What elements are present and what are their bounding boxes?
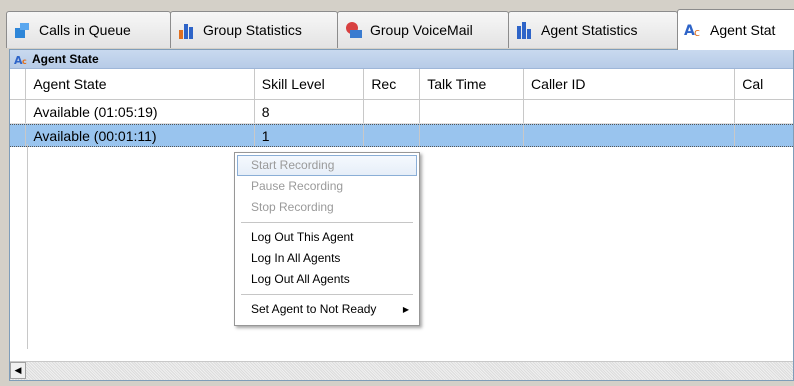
menu-item-log-out-this-agent[interactable]: Log Out This Agent [235, 227, 419, 248]
menu-item-set-agent-not-ready[interactable]: Set Agent to Not Ready ▶ [235, 299, 419, 320]
menu-item-log-out-all-agents[interactable]: Log Out All Agents [235, 269, 419, 290]
row-selector-header [10, 69, 27, 99]
agent-state-icon: Ac [684, 23, 700, 39]
menu-item-label: Set Agent to Not Ready [251, 302, 377, 316]
panel-titlebar: Ac Agent State [10, 50, 793, 69]
menu-separator [241, 294, 413, 295]
menu-item-stop-recording[interactable]: Stop Recording [235, 197, 419, 218]
voicemail-icon [346, 22, 362, 38]
table-row[interactable]: Available (01:05:19) 8 [10, 100, 793, 124]
cell-skill-level: 8 [255, 100, 365, 123]
context-menu: Start Recording Pause Recording Stop Rec… [234, 152, 420, 326]
tab-label: Agent Statistics [541, 22, 638, 38]
panel-title: Agent State [32, 52, 99, 66]
tab-group-statistics[interactable]: Group Statistics [170, 11, 338, 48]
agent-grid: Agent State Skill Level Rec Talk Time Ca… [10, 69, 793, 147]
row-selector[interactable] [10, 125, 27, 146]
tab-label: Agent Stat [710, 22, 776, 38]
menu-item-start-recording[interactable]: Start Recording [237, 155, 417, 176]
bar-chart-agent-icon [517, 22, 531, 39]
menu-item-pause-recording[interactable]: Pause Recording [235, 176, 419, 197]
menu-separator [241, 222, 413, 223]
column-header-agent-state[interactable]: Agent State [26, 69, 255, 99]
cell-caller-id [524, 125, 736, 146]
cell-agent-state: Available (00:01:11) [26, 125, 255, 146]
cell-rec [364, 100, 421, 123]
column-header-talk-time[interactable]: Talk Time [420, 69, 525, 99]
column-header-cal[interactable]: Cal [735, 69, 793, 99]
cell-rec [364, 125, 421, 146]
svg-text:c: c [22, 57, 27, 65]
submenu-arrow-icon: ▶ [402, 305, 409, 314]
cell-talk-time [420, 100, 525, 123]
cell-cal [735, 100, 793, 123]
tab-strip: Calls in Queue Group Statistics Group Vo… [0, 0, 794, 50]
tab-agent-statistics[interactable]: Agent Statistics [508, 11, 678, 48]
chevron-left-icon: ◀ [14, 365, 22, 375]
horizontal-scrollbar[interactable]: ◀ [10, 361, 793, 380]
table-row-selected[interactable]: Available (00:01:11) 1 [10, 124, 793, 147]
cell-talk-time [420, 125, 525, 146]
row-selector-column [10, 144, 28, 349]
scroll-left-button[interactable]: ◀ [10, 362, 26, 379]
tab-calls-in-queue[interactable]: Calls in Queue [6, 11, 171, 48]
tab-label: Group Statistics [203, 22, 302, 38]
tab-group-voicemail[interactable]: Group VoiceMail [337, 11, 509, 48]
cell-skill-level: 1 [255, 125, 365, 146]
tab-label: Calls in Queue [39, 22, 131, 38]
grid-header: Agent State Skill Level Rec Talk Time Ca… [10, 69, 793, 100]
svg-text:c: c [694, 26, 700, 39]
column-header-skill-level[interactable]: Skill Level [255, 69, 365, 99]
cell-agent-state: Available (01:05:19) [26, 100, 255, 123]
agent-state-icon: Ac [14, 54, 27, 65]
menu-item-log-in-all-agents[interactable]: Log In All Agents [235, 248, 419, 269]
tab-agent-state[interactable]: Ac Agent Stat [677, 9, 794, 50]
bar-chart-group-icon [179, 24, 193, 39]
cell-caller-id [524, 100, 736, 123]
cell-cal [735, 125, 793, 146]
tab-label: Group VoiceMail [370, 22, 473, 38]
column-header-caller-id[interactable]: Caller ID [524, 69, 736, 99]
phone-queue-icon [15, 23, 29, 38]
row-selector[interactable] [10, 100, 27, 123]
column-header-rec[interactable]: Rec [364, 69, 421, 99]
